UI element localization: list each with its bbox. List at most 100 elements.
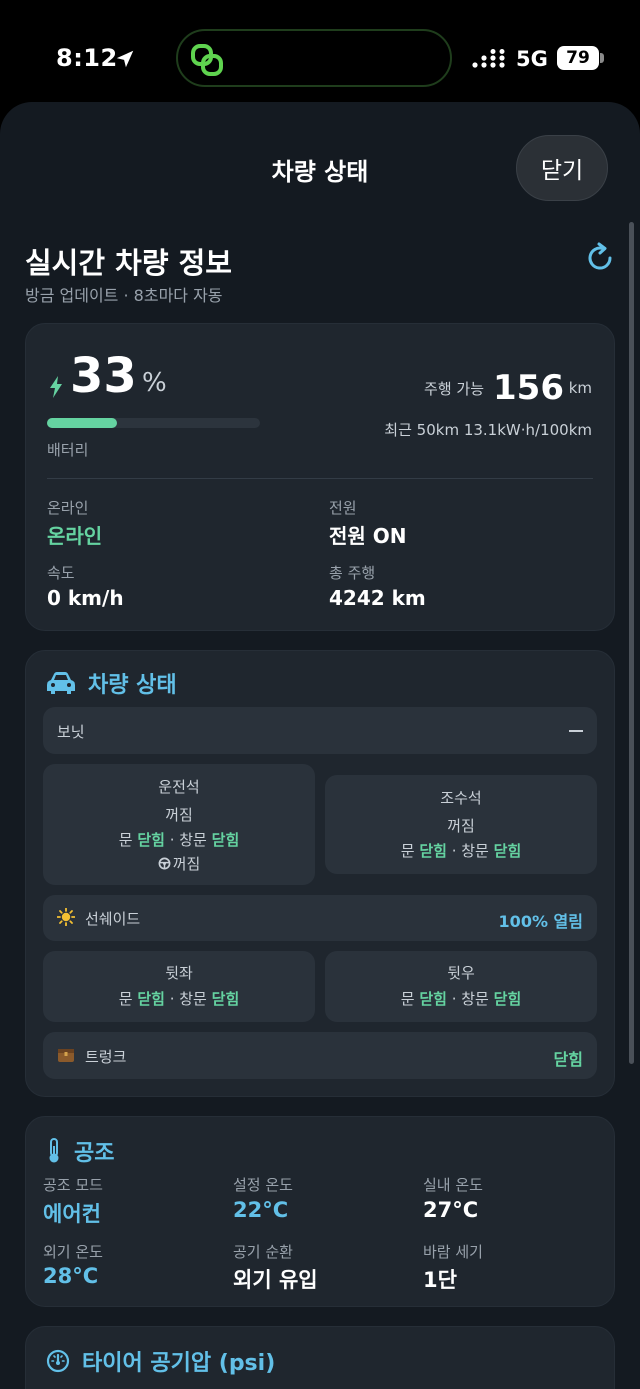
tire-pressure-title: 타이어 공기압 (psi) <box>82 1351 276 1376</box>
circulation-label: 공기 순환 <box>233 1243 293 1261</box>
thermometer-icon <box>49 1138 59 1163</box>
climate-mode-label: 공조 모드 <box>43 1176 103 1194</box>
door-label: 문 <box>400 842 415 860</box>
battery-indicator: 79 <box>557 46 599 70</box>
gauge-icon <box>46 1349 70 1373</box>
steering-wheel-row: 꺼짐 <box>43 853 315 874</box>
divider <box>47 478 593 479</box>
odometer-label: 총 주행 <box>329 564 376 582</box>
recent-efficiency: 최근 50km 13.1kW·h/100km <box>384 421 592 439</box>
battery-card: 33 % 배터리 주행 가능 156 km 최근 50km 13.1kW·h/1… <box>25 323 615 631</box>
door-value: 닫힘 <box>137 990 165 1008</box>
outside-temp-value: 28°C <box>43 1264 99 1288</box>
climate-title: 공조 <box>74 1141 115 1166</box>
range-unit: km <box>568 379 592 397</box>
steering-wheel-icon <box>158 857 171 870</box>
online-value: 온라인 <box>47 524 103 548</box>
close-button[interactable]: 닫기 <box>516 135 608 201</box>
rear-right-box[interactable]: 뒷우 문 닫힘 · 창문 닫힘 <box>325 951 597 1022</box>
sunshade-label: 선쉐이드 <box>85 910 141 928</box>
climate-mode-value: 에어컨 <box>43 1202 101 1226</box>
bonnet-row[interactable]: 보닛 <box>43 707 597 754</box>
battery-percent: 33 <box>70 348 137 404</box>
battery-progress-bar <box>47 418 260 428</box>
driver-seat-box[interactable]: 운전석 꺼짐 문 닫힘 · 창문 닫힘 꺼짐 <box>43 764 315 885</box>
app-link-icon <box>191 44 223 76</box>
power-label: 전원 <box>329 499 357 517</box>
driver-state: 꺼짐 <box>165 806 193 824</box>
cabin-temp-value: 27°C <box>423 1198 479 1222</box>
vehicle-status-title: 차량 상태 <box>88 673 177 698</box>
rear-left-title: 뒷좌 <box>165 964 193 982</box>
range-value: 156 <box>493 368 564 408</box>
rear-right-door-window: 문 닫힘 · 창문 닫힘 <box>400 990 522 1008</box>
trunk-label: 트렁크 <box>85 1048 127 1066</box>
window-value: 닫힘 <box>211 990 240 1008</box>
door-value: 닫힘 <box>419 842 447 860</box>
set-temp-label: 설정 온도 <box>233 1176 293 1194</box>
outside-temp-label: 외기 온도 <box>43 1243 103 1261</box>
lightning-bolt-icon <box>50 376 62 398</box>
fan-speed-value: 1단 <box>423 1268 457 1292</box>
location-arrow-icon <box>116 50 134 68</box>
status-bar: 8:12 5G 79 <box>0 0 640 110</box>
vehicle-status-sheet: 차량 상태 닫기 실시간 차량 정보 방금 업데이트 · 8초마다 자동 33 … <box>0 102 640 1389</box>
set-temp-value: 22°C <box>233 1198 289 1222</box>
climate-header: 공조 <box>46 1135 114 1167</box>
rear-left-box[interactable]: 뒷좌 문 닫힘 · 창문 닫힘 <box>43 951 315 1022</box>
speed-value: 0 km/h <box>47 586 124 610</box>
driver-title: 운전석 <box>158 778 200 796</box>
range-label: 주행 가능 <box>424 380 484 398</box>
window-label: 창문 <box>461 990 489 1008</box>
bonnet-dash <box>569 730 583 732</box>
car-icon <box>47 672 75 694</box>
window-label: 창문 <box>179 990 207 1008</box>
window-label: 창문 <box>461 842 489 860</box>
window-value: 닫힘 <box>493 842 522 860</box>
update-subtitle: 방금 업데이트 · 8초마다 자동 <box>25 286 223 305</box>
dynamic-island <box>176 29 452 87</box>
trunk-value: 닫힘 <box>553 1050 583 1069</box>
passenger-title: 조수석 <box>440 789 482 807</box>
passenger-seat-box[interactable]: 조수석 꺼짐 문 닫힘 · 창문 닫힘 <box>325 775 597 874</box>
door-label: 문 <box>400 990 415 1008</box>
page-title: 실시간 차량 정보 <box>25 246 232 280</box>
tire-pressure-card: 타이어 공기압 (psi) <box>25 1326 615 1389</box>
speed-label: 속도 <box>47 564 75 582</box>
passenger-door-window: 문 닫힘 · 창문 닫힘 <box>400 842 522 860</box>
steering-wheel-state: 꺼짐 <box>172 855 201 873</box>
fan-speed-label: 바람 세기 <box>423 1243 483 1261</box>
battery-label: 배터리 <box>47 441 89 459</box>
battery-progress-fill <box>47 418 118 428</box>
power-value: 전원 ON <box>329 524 407 548</box>
driver-door-window: 문 닫힘 · 창문 닫힘 <box>118 831 240 849</box>
door-value: 닫힘 <box>419 990 447 1008</box>
refresh-icon[interactable] <box>586 242 616 274</box>
cellular-signal-icon <box>472 49 505 68</box>
network-type: 5G <box>516 47 548 71</box>
sun-icon <box>57 908 75 926</box>
bonnet-label: 보닛 <box>57 723 85 741</box>
window-value: 닫힘 <box>493 990 522 1008</box>
circulation-value: 외기 유입 <box>233 1268 318 1292</box>
window-label: 창문 <box>179 831 207 849</box>
battery-tip <box>600 53 604 63</box>
window-value: 닫힘 <box>211 831 240 849</box>
scrollbar[interactable] <box>629 222 634 1064</box>
passenger-state: 꺼짐 <box>447 817 475 835</box>
door-label: 문 <box>118 990 133 1008</box>
odometer-value: 4242 km <box>329 586 426 610</box>
door-value: 닫힘 <box>137 831 165 849</box>
sunshade-value: 100% 열림 <box>498 912 583 931</box>
vehicle-status-card: 차량 상태 보닛 운전석 꺼짐 문 닫힘 · 창문 닫힘 꺼짐 조수석 꺼짐 문… <box>25 650 615 1097</box>
sunshade-row[interactable]: 선쉐이드 100% 열림 <box>43 895 597 941</box>
status-time: 8:12 <box>56 44 118 72</box>
online-label: 온라인 <box>47 499 89 517</box>
tire-pressure-header: 타이어 공기압 (psi) <box>46 1345 275 1377</box>
trunk-icon <box>58 1049 74 1062</box>
climate-card: 공조 공조 모드 에어컨 설정 온도 22°C 실내 온도 27°C 외기 온도… <box>25 1116 615 1307</box>
trunk-row[interactable]: 트렁크 닫힘 <box>43 1032 597 1079</box>
door-label: 문 <box>118 831 133 849</box>
battery-percent-unit: % <box>142 368 167 398</box>
cabin-temp-label: 실내 온도 <box>423 1176 483 1194</box>
